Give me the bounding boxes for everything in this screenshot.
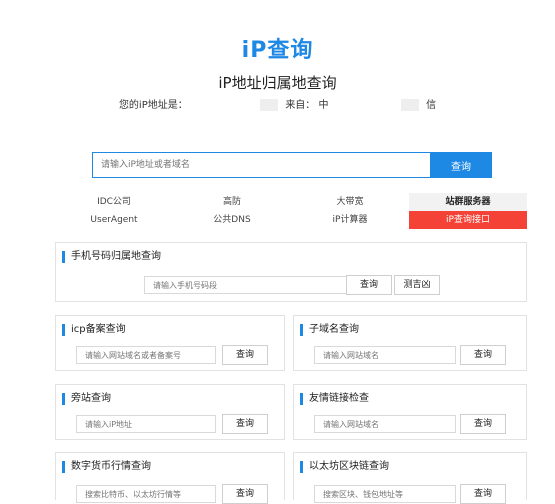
nav-station-server[interactable]: 站群服务器 — [409, 193, 527, 211]
sidesite-input[interactable] — [76, 415, 216, 433]
crypto-input[interactable] — [76, 485, 216, 503]
panel-title: 旁站查询 — [62, 393, 111, 405]
panel-title: 友情链接检查 — [300, 393, 369, 405]
panel-subdomain-lookup: 子域名查询 查询 — [293, 315, 527, 371]
panel-title: 子域名查询 — [300, 324, 359, 336]
location-redacted — [336, 99, 390, 111]
nav-ip-calculator[interactable]: iP计算器 — [291, 211, 409, 229]
page-subtitle: iP地址归属地查询 — [218, 74, 337, 92]
friendlink-query-button[interactable]: 查询 — [460, 414, 506, 434]
crypto-query-button[interactable]: 查询 — [222, 484, 268, 504]
nav-ip-api[interactable]: iP查询接口 — [409, 211, 527, 229]
friendlink-input[interactable] — [314, 415, 456, 433]
ip-search-bar: 查询 — [92, 152, 492, 178]
ip-search-button[interactable]: 查询 — [430, 152, 492, 178]
nav-bandwidth[interactable]: 大带宽 — [291, 193, 409, 211]
quick-nav-row-1: IDC公司 高防 大带宽 站群服务器 — [55, 193, 527, 211]
from-label: 来自： — [285, 100, 316, 111]
ip-info-line: 您的iP地址是： 来自： 中 信 — [0, 96, 555, 111]
panel-eth-lookup: 以太坊区块链查询 查询 — [293, 452, 527, 504]
site-logo[interactable]: iP查询 — [0, 32, 555, 64]
panel-title: 以太坊区块链查询 — [300, 461, 389, 473]
ip-search-input[interactable] — [92, 152, 430, 178]
redacted-block-2 — [400, 99, 419, 111]
panel-title: 数字货币行情查询 — [62, 461, 151, 473]
phone-query-button[interactable]: 查询 — [346, 275, 392, 295]
subdomain-input[interactable] — [314, 346, 456, 364]
nav-public-dns[interactable]: 公共DNS — [173, 211, 291, 229]
subdomain-query-button[interactable]: 查询 — [460, 345, 506, 365]
nav-gaofang[interactable]: 高防 — [173, 193, 291, 211]
panel-crypto-lookup: 数字货币行情查询 查询 — [55, 452, 285, 504]
from-prefix: 中 — [318, 100, 329, 111]
nav-idc[interactable]: IDC公司 — [55, 193, 173, 211]
redacted-block — [260, 99, 279, 111]
quick-nav-row-2: UserAgent 公共DNS iP计算器 iP查询接口 — [55, 211, 527, 229]
sidesite-query-button[interactable]: 查询 — [222, 414, 268, 434]
from-suffix: 信 — [426, 100, 437, 111]
panel-sidesite-lookup: 旁站查询 查询 — [55, 384, 285, 440]
panel-icp-lookup: icp备案查询 查询 — [55, 315, 285, 371]
ip-label: 您的iP地址是： — [118, 100, 188, 111]
icp-input[interactable] — [76, 346, 216, 364]
phone-fortune-button[interactable]: 测吉凶 — [394, 275, 440, 295]
icp-query-button[interactable]: 查询 — [222, 345, 268, 365]
panel-title: icp备案查询 — [62, 324, 126, 336]
panel-title: 手机号码归属地查询 — [62, 251, 161, 263]
eth-query-button[interactable]: 查询 — [460, 484, 506, 504]
nav-useragent[interactable]: UserAgent — [55, 211, 173, 229]
quick-nav: IDC公司 高防 大带宽 站群服务器 UserAgent 公共DNS iP计算器… — [55, 193, 527, 229]
panel-friendlink-check: 友情链接检查 查询 — [293, 384, 527, 440]
ip-value-redacted — [195, 99, 249, 111]
eth-input[interactable] — [314, 485, 456, 503]
panel-phone-lookup: 手机号码归属地查询 查询 测吉凶 — [55, 242, 527, 302]
